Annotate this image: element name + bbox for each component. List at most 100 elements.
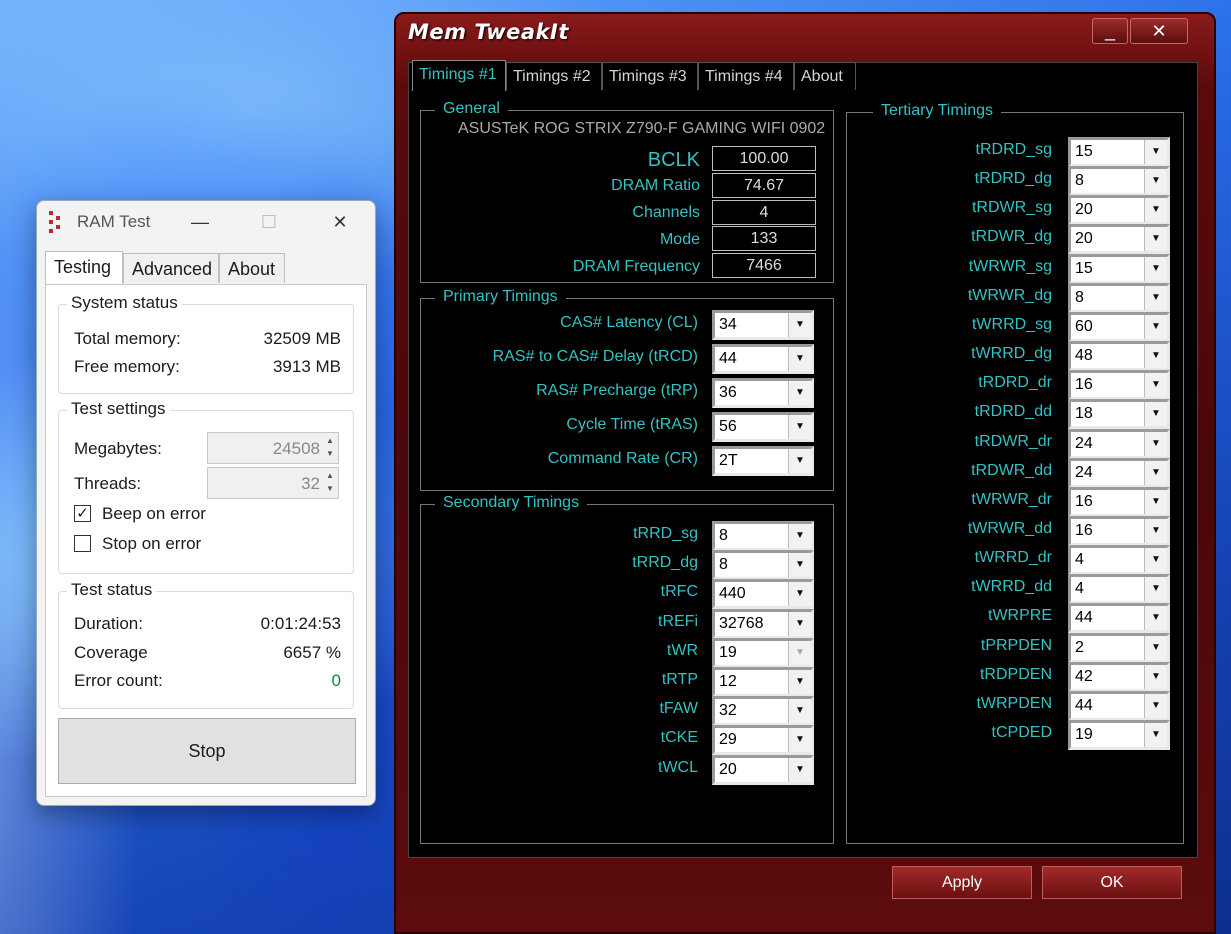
dropdown-arrow-icon[interactable]: ▼ xyxy=(1144,198,1167,223)
dropdown-arrow-icon[interactable]: ▼ xyxy=(1144,256,1167,281)
dropdown-arrow-icon[interactable]: ▼ xyxy=(788,553,811,578)
timing-select[interactable]: 32768 ▼ xyxy=(712,608,814,639)
checkmark-icon[interactable]: ✓ xyxy=(74,505,91,522)
timing-select[interactable]: 2T ▼ xyxy=(712,446,814,476)
dropdown-arrow-icon[interactable]: ▼ xyxy=(788,449,811,473)
timing-select[interactable]: 15 ▼ xyxy=(1068,137,1170,167)
timing-select[interactable]: 44 ▼ xyxy=(712,344,814,374)
dropdown-arrow-icon[interactable]: ▼ xyxy=(788,347,811,371)
timing-select[interactable]: 44 ▼ xyxy=(1068,603,1170,634)
dropdown-arrow-icon[interactable]: ▼ xyxy=(1144,460,1167,485)
timing-select[interactable]: 8 ▼ xyxy=(1068,166,1170,197)
timing-select[interactable]: 8 ▼ xyxy=(1068,282,1170,313)
timing-select[interactable]: 32 ▼ xyxy=(712,696,814,727)
dropdown-arrow-icon[interactable]: ▼ xyxy=(788,582,811,607)
total-memory-row: Total memory: 32509 MB xyxy=(74,329,341,349)
tab-timings-3[interactable]: Timings #3 xyxy=(602,62,698,90)
dropdown-arrow-icon[interactable]: ▼ xyxy=(788,757,811,782)
megabytes-label: Megabytes: xyxy=(74,439,162,458)
timing-select[interactable]: 16 ▼ xyxy=(1068,515,1170,546)
dropdown-arrow-icon[interactable]: ▼ xyxy=(1144,140,1167,164)
timing-select[interactable]: 20 ▼ xyxy=(1068,195,1170,226)
dropdown-arrow-icon[interactable]: ▼ xyxy=(1144,169,1167,194)
dropdown-arrow-icon[interactable]: ▼ xyxy=(1144,693,1167,718)
minimize-button[interactable]: _ xyxy=(1092,18,1128,44)
dropdown-arrow-icon[interactable]: ▼ xyxy=(788,313,811,337)
timing-select[interactable]: 48 ▼ xyxy=(1068,341,1170,372)
tab-timings-2[interactable]: Timings #2 xyxy=(506,62,602,90)
dropdown-arrow-icon[interactable]: ▼ xyxy=(788,524,811,548)
tab-advanced[interactable]: Advanced xyxy=(123,253,219,283)
dropdown-arrow-icon[interactable]: ▼ xyxy=(1144,402,1167,427)
dropdown-arrow-icon[interactable]: ▼ xyxy=(788,670,811,694)
timing-select[interactable]: 34 ▼ xyxy=(712,310,814,340)
timing-value: 4 xyxy=(1075,551,1084,569)
timing-select[interactable]: 18 ▼ xyxy=(1068,399,1170,430)
apply-button[interactable]: Apply xyxy=(892,866,1032,899)
timing-select[interactable]: 2 ▼ xyxy=(1068,632,1170,663)
timing-select[interactable]: 4 ▼ xyxy=(1068,545,1170,576)
minimize-button[interactable]: — xyxy=(185,207,215,237)
megabytes-spinner[interactable]: 24508 ▲ ▼ xyxy=(207,432,339,464)
dropdown-arrow-icon[interactable]: ▼ xyxy=(788,611,811,636)
ok-button[interactable]: OK xyxy=(1042,866,1182,899)
close-button[interactable]: ✕ xyxy=(325,207,355,237)
spin-up-icon[interactable]: ▲ xyxy=(324,435,336,447)
dropdown-arrow-icon[interactable]: ▼ xyxy=(788,699,811,724)
dropdown-arrow-icon[interactable]: ▼ xyxy=(1144,577,1167,602)
timing-select[interactable]: 56 ▼ xyxy=(712,412,814,442)
timing-select[interactable]: 19 ▼ xyxy=(1068,720,1170,750)
timing-select[interactable]: 42 ▼ xyxy=(1068,661,1170,692)
spin-up-icon[interactable]: ▲ xyxy=(324,470,336,482)
dropdown-arrow-icon[interactable]: ▼ xyxy=(1144,431,1167,456)
timing-select[interactable]: 12 ▼ xyxy=(712,667,814,697)
timing-select[interactable]: 16 ▼ xyxy=(1068,486,1170,517)
dropdown-arrow-icon[interactable]: ▼ xyxy=(1144,314,1167,339)
timing-select[interactable]: 8 ▼ xyxy=(712,550,814,581)
threads-spinner[interactable]: 32 ▲ ▼ xyxy=(207,467,339,499)
timing-select[interactable]: 24 ▼ xyxy=(1068,428,1170,459)
timing-select[interactable]: 440 ▼ xyxy=(712,579,814,610)
dropdown-arrow-icon[interactable]: ▼ xyxy=(1144,489,1167,514)
timing-select[interactable]: 4 ▼ xyxy=(1068,574,1170,605)
dropdown-arrow-icon[interactable]: ▼ xyxy=(788,640,811,665)
dropdown-arrow-icon[interactable]: ▼ xyxy=(788,381,811,405)
dropdown-arrow-icon[interactable]: ▼ xyxy=(1144,518,1167,543)
timing-select[interactable]: 19 ▼ xyxy=(712,637,814,668)
tab-timings-1[interactable]: Timings #1 xyxy=(412,60,506,91)
dropdown-arrow-icon[interactable]: ▼ xyxy=(1144,373,1167,398)
dropdown-arrow-icon[interactable]: ▼ xyxy=(788,415,811,439)
ram-test-titlebar[interactable]: RAM Test — ☐ ✕ xyxy=(37,201,375,245)
dropdown-arrow-icon[interactable]: ▼ xyxy=(1144,723,1167,747)
tab-about[interactable]: About xyxy=(219,253,285,283)
tab-testing[interactable]: Testing xyxy=(45,251,123,284)
close-button[interactable]: ✕ xyxy=(1130,18,1188,44)
spin-down-icon[interactable]: ▼ xyxy=(324,483,336,495)
timing-select[interactable]: 8 ▼ xyxy=(712,521,814,551)
stop-button[interactable]: Stop xyxy=(58,718,356,784)
timing-select[interactable]: 36 ▼ xyxy=(712,378,814,408)
dropdown-arrow-icon[interactable]: ▼ xyxy=(788,728,811,753)
timing-value: 12 xyxy=(719,673,737,690)
timing-select[interactable]: 15 ▼ xyxy=(1068,253,1170,284)
dropdown-arrow-icon[interactable]: ▼ xyxy=(1144,344,1167,369)
tab-about[interactable]: About xyxy=(794,62,856,90)
dropdown-arrow-icon[interactable]: ▼ xyxy=(1144,664,1167,689)
timing-select[interactable]: 29 ▼ xyxy=(712,725,814,756)
dropdown-arrow-icon[interactable]: ▼ xyxy=(1144,548,1167,573)
memtweakit-title: Mem TweakIt xyxy=(408,20,569,44)
timing-select[interactable]: 20 ▼ xyxy=(1068,224,1170,255)
dropdown-arrow-icon[interactable]: ▼ xyxy=(1144,606,1167,631)
unchecked-box-icon[interactable] xyxy=(74,535,91,552)
timing-select[interactable]: 16 ▼ xyxy=(1068,370,1170,401)
timing-select[interactable]: 24 ▼ xyxy=(1068,457,1170,488)
spin-down-icon[interactable]: ▼ xyxy=(324,448,336,460)
timing-select[interactable]: 44 ▼ xyxy=(1068,690,1170,721)
dropdown-arrow-icon[interactable]: ▼ xyxy=(1144,227,1167,252)
tab-timings-4[interactable]: Timings #4 xyxy=(698,62,794,90)
timing-select[interactable]: 60 ▼ xyxy=(1068,311,1170,342)
dropdown-arrow-icon[interactable]: ▼ xyxy=(1144,285,1167,310)
maximize-button[interactable]: ☐ xyxy=(254,207,284,237)
dropdown-arrow-icon[interactable]: ▼ xyxy=(1144,635,1167,660)
timing-select[interactable]: 20 ▼ xyxy=(712,754,814,785)
